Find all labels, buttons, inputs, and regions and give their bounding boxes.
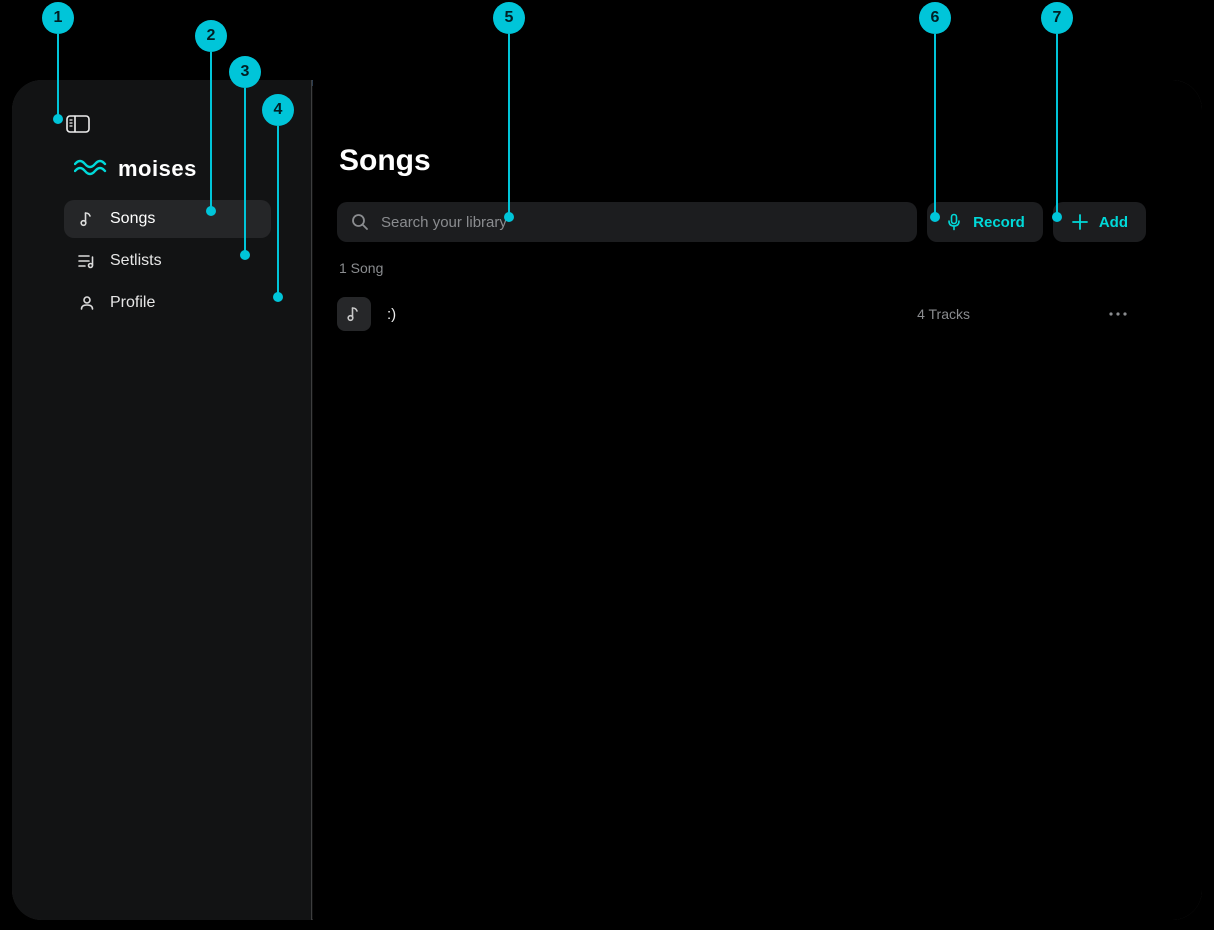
add-button-label: Add: [1099, 214, 1128, 231]
sidebar: moises Songs: [12, 80, 312, 920]
search-wrap: [337, 202, 917, 242]
callout-7: 7: [1041, 2, 1073, 34]
music-note-icon: [346, 306, 362, 322]
sidebar-toggle[interactable]: [66, 115, 90, 133]
panel-icon: [66, 115, 90, 133]
song-title: :): [387, 306, 901, 323]
microphone-icon: [945, 213, 963, 231]
brand-wave-icon: [74, 157, 108, 182]
more-horizontal-icon: [1108, 311, 1128, 317]
plus-icon: [1071, 213, 1089, 231]
callout-6: 6: [919, 2, 951, 34]
toolbar: Record Add: [337, 202, 1146, 242]
song-thumb: [337, 297, 371, 331]
main-content: Songs: [313, 80, 1202, 920]
music-note-icon: [78, 210, 96, 228]
search-input[interactable]: [337, 202, 917, 242]
sidebar-item-label: Setlists: [110, 252, 162, 270]
song-row[interactable]: :) 4 Tracks: [337, 290, 1146, 338]
sidebar-nav: Songs Setlists: [12, 200, 311, 322]
sidebar-item-setlists[interactable]: Setlists: [64, 242, 271, 280]
sidebar-item-label: Profile: [110, 294, 155, 312]
app-window: moises Songs: [12, 80, 1202, 920]
callout-5: 5: [493, 2, 525, 34]
profile-icon: [78, 294, 96, 312]
setlist-icon: [78, 252, 96, 270]
song-more-button[interactable]: [1106, 311, 1130, 317]
callout-1: 1: [42, 2, 74, 34]
sidebar-item-label: Songs: [110, 210, 155, 228]
song-track-count: 4 Tracks: [917, 306, 970, 322]
brand-name: moises: [118, 156, 197, 182]
sidebar-item-profile[interactable]: Profile: [64, 284, 271, 322]
sidebar-item-songs[interactable]: Songs: [64, 200, 271, 238]
record-button[interactable]: Record: [927, 202, 1043, 242]
add-button[interactable]: Add: [1053, 202, 1146, 242]
callout-2: 2: [195, 20, 227, 52]
record-button-label: Record: [973, 214, 1025, 231]
song-count: 1 Song: [339, 260, 1146, 276]
brand-logo: moises: [74, 156, 311, 182]
page-title: Songs: [339, 144, 1146, 178]
